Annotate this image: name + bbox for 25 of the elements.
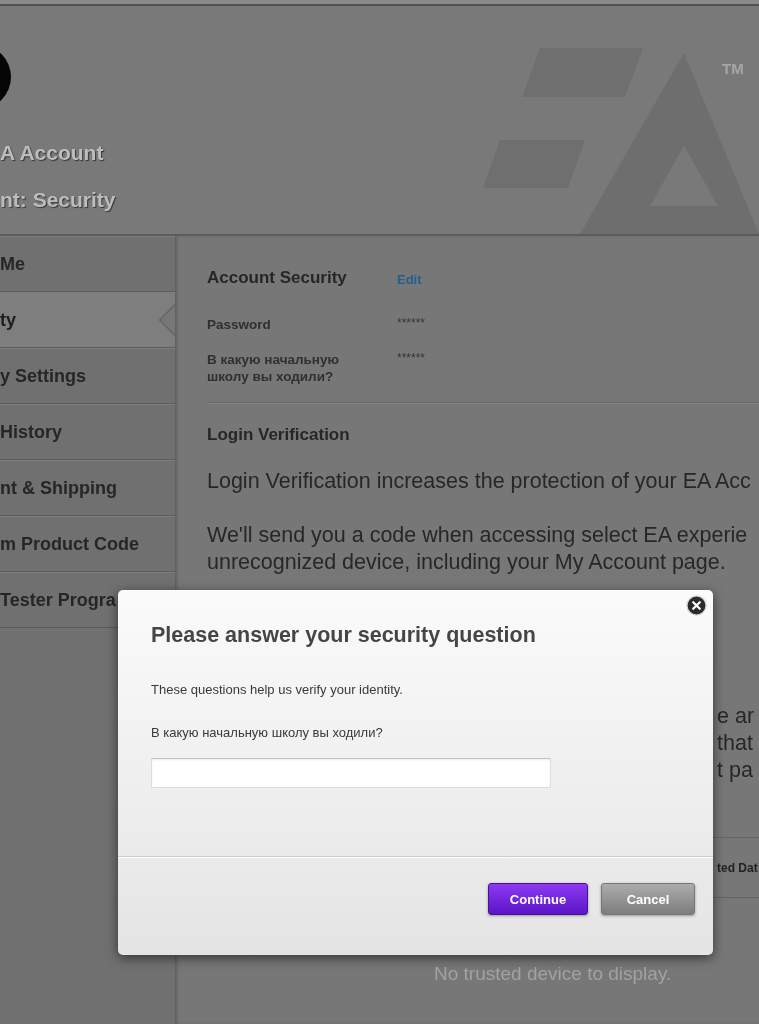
dialog-description: These questions help us verify your identity.: [151, 682, 403, 697]
primary-button[interactable]: Continue: [488, 883, 588, 915]
sidebar-item[interactable]: nt & Shipping: [0, 460, 175, 516]
sidebar-item[interactable]: ty: [0, 292, 175, 348]
header-subtitle: nt: Security: [0, 187, 116, 212]
sidebar-item[interactable]: y Settings: [0, 348, 175, 404]
paragraph: We'll send you a code when accessing select EA experie unrecognized device, including your My Account page.: [207, 522, 748, 576]
paragraph: Login Verification increases the protection of your EA Acc: [207, 468, 751, 495]
question-label: В какую начальную школу вы ходили?: [151, 725, 383, 740]
secondary-button[interactable]: Cancel: [601, 883, 695, 915]
sidebar-item[interactable]: Me: [0, 236, 175, 292]
field-label: В какую начальную школу вы ходили?: [207, 351, 341, 385]
field-value: ******: [397, 316, 426, 330]
sidebar-item[interactable]: History: [0, 404, 175, 460]
sidebar-item[interactable]: m Product Code: [0, 516, 175, 572]
paragraph-fragment: e ar that t pa: [717, 703, 755, 784]
answer-field[interactable]: [151, 758, 551, 788]
section-title: Account Security: [207, 268, 348, 288]
field-value: ******: [397, 351, 426, 365]
section-title: Login Verification: [207, 425, 350, 445]
field-label: Password: [207, 316, 272, 333]
close-icon: [686, 595, 707, 616]
column-header: ted Dat: [717, 860, 758, 875]
close-button[interactable]: [686, 595, 707, 616]
header-title: A Account: [0, 140, 104, 165]
